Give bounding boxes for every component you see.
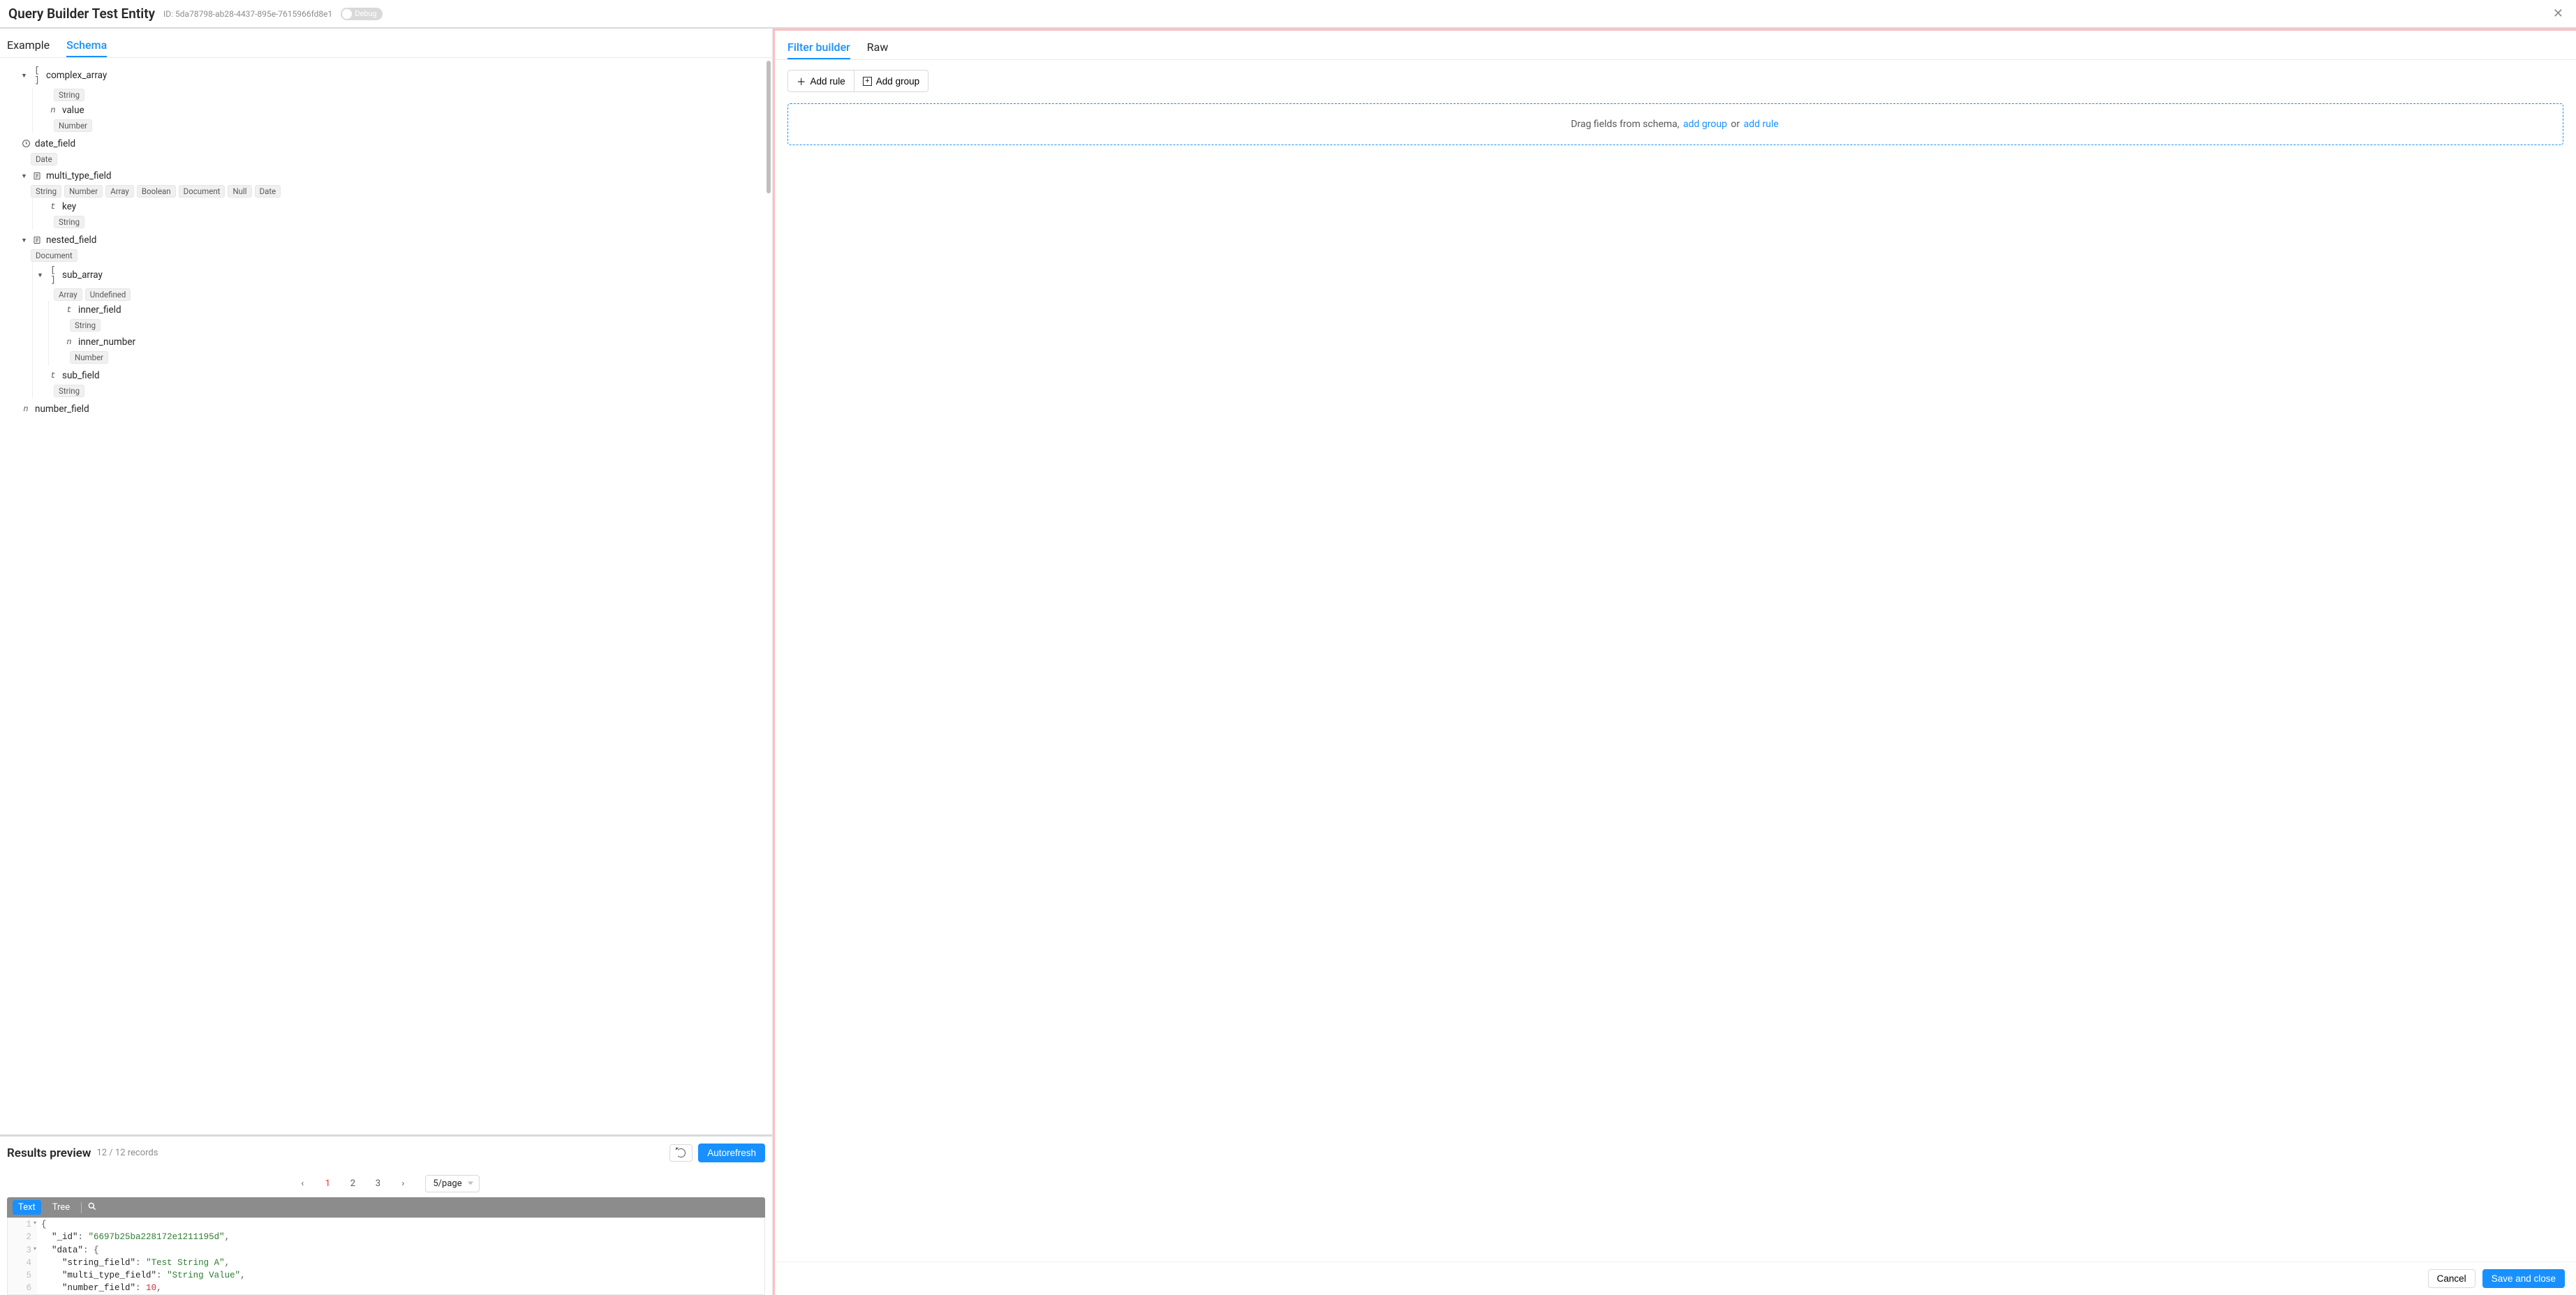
type-tag: Array (54, 288, 82, 301)
text-icon: t (64, 305, 74, 315)
schema-field-inner-field[interactable]: t inner_field (50, 302, 772, 318)
type-tag: Array (105, 185, 134, 198)
plus-icon: ＋ (797, 74, 806, 88)
number-icon: n (21, 404, 31, 414)
chevron-down-icon: ▼ (21, 172, 28, 180)
text-icon: t (48, 371, 58, 380)
page-size-select[interactable]: 5/page (425, 1175, 479, 1192)
page-3[interactable]: 3 (368, 1174, 387, 1193)
footer: Cancel Save and close (775, 1261, 2576, 1295)
number-icon: n (48, 105, 58, 115)
type-tag: Number (70, 351, 108, 364)
results-title: Results preview (7, 1146, 91, 1160)
array-icon: [ ] (48, 265, 58, 285)
results-header: Results preview 12 / 12 records Autorefr… (0, 1134, 772, 1169)
type-tag: Document (31, 249, 77, 262)
search-icon[interactable] (87, 1201, 97, 1214)
chevron-down-icon: ▼ (21, 237, 28, 244)
type-tag: Undefined (85, 288, 131, 301)
reload-icon (676, 1148, 686, 1157)
schema-field-number-field[interactable]: n number_field (18, 401, 772, 417)
next-page-button[interactable]: › (393, 1174, 413, 1193)
type-tag: Document (179, 185, 225, 198)
type-tag: String (70, 319, 101, 332)
type-tag: Null (228, 185, 251, 198)
autorefresh-button[interactable]: Autorefresh (698, 1144, 765, 1162)
close-icon[interactable]: ✕ (2549, 6, 2568, 21)
tab-schema[interactable]: Schema (66, 34, 107, 57)
code-tab-tree[interactable]: Tree (47, 1200, 75, 1215)
filter-drop-zone[interactable]: Drag fields from schema, add group or ad… (787, 103, 2563, 145)
type-tag: String (54, 385, 84, 397)
tab-filter-builder[interactable]: Filter builder (787, 36, 850, 59)
drop-hint: Drag fields from schema, add group or ad… (1571, 119, 1780, 130)
schema-field-key[interactable]: t key (34, 199, 772, 214)
tab-example[interactable]: Example (7, 34, 50, 57)
schema-field-inner-number[interactable]: n inner_number (50, 334, 772, 350)
pagination: ‹ 1 2 3 › 5/page (0, 1169, 772, 1197)
document-icon (32, 171, 42, 181)
add-rule-link[interactable]: add rule (1744, 119, 1779, 130)
code-toolbar: Text Tree (7, 1197, 765, 1218)
number-icon: n (64, 337, 74, 347)
plus-square-icon: + (863, 77, 872, 86)
page-title: Query Builder Test Entity (8, 6, 155, 22)
code-tab-text[interactable]: Text (13, 1200, 41, 1215)
type-tag: String (31, 185, 61, 198)
schema-field-complex-array[interactable]: ▼ [ ] complex_array (18, 64, 772, 87)
add-group-link[interactable]: add group (1683, 119, 1727, 130)
type-tag: Number (64, 185, 103, 198)
debug-toggle[interactable]: Debug (341, 8, 382, 20)
text-icon: t (48, 202, 58, 212)
document-icon (32, 235, 42, 245)
type-tag: Date (255, 185, 281, 198)
page-2[interactable]: 2 (343, 1174, 362, 1193)
entity-id: ID: 5da78798-ab28-4437-895e-7615966fd8e1 (163, 9, 332, 19)
scrollbar[interactable] (767, 61, 771, 193)
type-tag: String (54, 216, 84, 228)
add-rule-button[interactable]: ＋ Add rule (787, 70, 854, 92)
add-group-button[interactable]: + Add group (854, 70, 928, 92)
schema-field-date-field[interactable]: date_field (18, 136, 772, 151)
tab-raw[interactable]: Raw (867, 36, 889, 59)
schema-field-sub-array[interactable]: ▼ [ ] sub_array (34, 263, 772, 287)
schema-field-nested-field[interactable]: ▼ nested_field (18, 232, 772, 248)
cancel-button[interactable]: Cancel (2428, 1269, 2475, 1288)
type-tag: Number (54, 119, 92, 132)
refresh-button[interactable] (669, 1144, 693, 1162)
prev-page-button[interactable]: ‹ (293, 1174, 312, 1193)
page-1[interactable]: 1 (318, 1174, 337, 1193)
schema-tree: ▼ [ ] complex_array String n value Numbe… (0, 58, 772, 1134)
titlebar: Query Builder Test Entity ID: 5da78798-a… (0, 0, 2576, 29)
type-tag: Boolean (137, 185, 176, 198)
results-count: 12 / 12 records (96, 1148, 158, 1158)
right-tabs: Filter builder Raw (775, 31, 2576, 60)
schema-field-sub-field[interactable]: t sub_field (34, 368, 772, 383)
clock-icon (21, 139, 31, 149)
schema-field-value[interactable]: n value (34, 103, 772, 118)
type-tag: String (54, 89, 84, 101)
left-tabs: Example Schema (0, 29, 772, 58)
type-tag: Date (31, 153, 57, 165)
filter-builder-body: ＋ Add rule + Add group Drag fields from … (775, 60, 2576, 1261)
array-icon: [ ] (32, 66, 42, 85)
chevron-down-icon: ▼ (37, 272, 44, 279)
save-button[interactable]: Save and close (2482, 1269, 2565, 1288)
chevron-down-icon: ▼ (21, 72, 28, 80)
schema-field-multi-type-field[interactable]: ▼ multi_type_field (18, 168, 772, 184)
code-view: 1▾{ 2 "_id": "6697b25ba228172e1211195d",… (7, 1218, 765, 1295)
